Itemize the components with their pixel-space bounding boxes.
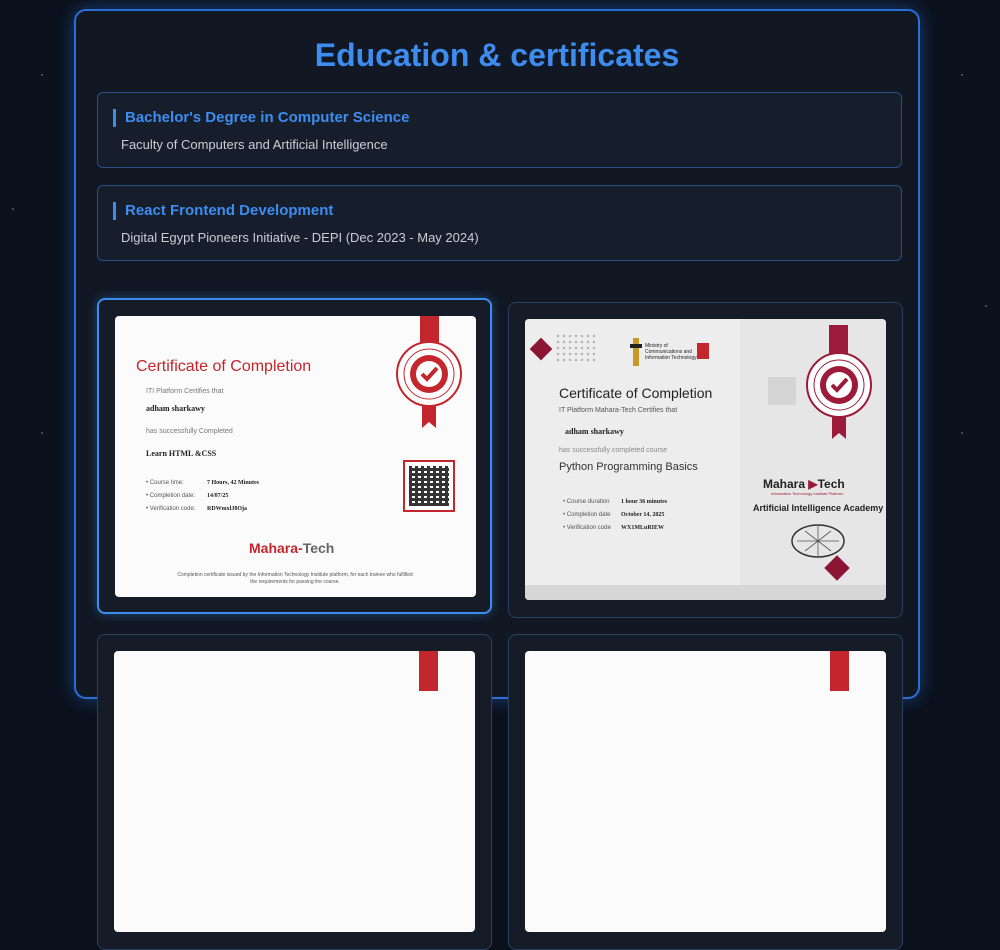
ministry-name: Ministry of Communications and Informati… xyxy=(645,343,697,361)
iti-logo-icon xyxy=(697,343,709,359)
detail-value: 7 Hours, 42 Minutes xyxy=(207,480,260,486)
course-name: Learn HTML &CSS xyxy=(146,449,217,458)
detail-row: • Completion date: xyxy=(146,493,196,499)
detail-value: WX1MLuRIEW xyxy=(621,525,665,531)
qr-code-icon xyxy=(403,460,455,512)
course-name: Python Programming Basics xyxy=(559,461,698,473)
mahara-tech-logo: Mahara ▶Tech xyxy=(763,477,845,491)
academy-name: Artificial Intelligence Academy xyxy=(753,503,884,513)
background-dot xyxy=(12,208,14,210)
certificate-card[interactable] xyxy=(508,634,903,950)
decor-square xyxy=(768,377,796,405)
detail-value: RDWmxlJ8Oja xyxy=(207,506,247,512)
certificate-card[interactable] xyxy=(97,634,492,950)
recipient-name: adham sharkawy xyxy=(146,404,205,413)
logo-tagline: Information Technology Institute Platfor… xyxy=(771,491,844,496)
education-subtitle: Digital Egypt Pioneers Initiative - DEPI… xyxy=(121,230,479,245)
background-dot xyxy=(961,74,963,76)
detail-value: 1 hour 36 minutes xyxy=(621,499,668,505)
decor-dots xyxy=(555,333,595,363)
award-seal-icon xyxy=(806,352,872,439)
detail-row: • Verification code xyxy=(563,525,611,531)
circuit-brain-icon xyxy=(791,524,845,558)
detail-value: October 14, 2025 xyxy=(621,512,665,518)
education-section: Education & certificates Bachelor's Degr… xyxy=(74,9,920,950)
detail-value: 14/07/25 xyxy=(207,493,229,499)
completed-line: has successfully Completed xyxy=(146,428,233,435)
detail-row: • Course time: xyxy=(146,480,184,486)
education-title: Bachelor's Degree in Computer Science xyxy=(113,109,410,127)
certificate-bottom-band xyxy=(525,585,886,600)
background-dot xyxy=(961,432,963,434)
platform-line: ITI Platform Certifies that xyxy=(146,388,224,395)
detail-row: • Verification code: xyxy=(146,506,196,512)
background-dot xyxy=(41,432,43,434)
certificate-heading: Certificate of Completion xyxy=(136,358,312,375)
education-title: React Frontend Development xyxy=(113,202,333,220)
certificate-card-html-css[interactable]: Certificate of Completion ITI Platform C… xyxy=(97,298,492,614)
detail-row: • Completion date xyxy=(563,512,611,518)
award-seal-icon xyxy=(396,341,462,428)
certificate-image[interactable] xyxy=(114,651,475,932)
background-dot xyxy=(985,305,987,307)
ministry-emblem-icon xyxy=(630,338,642,366)
section-title: Education & certificates xyxy=(314,37,680,73)
platform-line: IT Platform Mahara-Tech Certifies that xyxy=(559,407,678,414)
completed-line: has successfully completed course xyxy=(559,447,668,454)
certificate-image[interactable] xyxy=(525,651,886,932)
education-card-react: React Frontend Development Digital Egypt… xyxy=(97,185,902,261)
certificate-heading: Certificate of Completion xyxy=(559,385,713,401)
education-subtitle: Faculty of Computers and Artificial Inte… xyxy=(121,137,388,152)
education-card-bachelor: Bachelor's Degree in Computer Science Fa… xyxy=(97,92,902,168)
detail-row: • Course duration xyxy=(563,499,610,505)
certificate-image[interactable]: Certificate of Completion ITI Platform C… xyxy=(115,316,476,597)
recipient-name: adham sharkawy xyxy=(565,427,624,436)
certificate-image[interactable]: Ministry of Communications and Informati… xyxy=(525,319,886,600)
certificate-card-python[interactable]: Ministry of Communications and Informati… xyxy=(508,302,903,618)
ribbon xyxy=(419,651,438,691)
background-dot xyxy=(41,74,43,76)
mahara-tech-logo: Mahara-Tech xyxy=(249,540,335,556)
certificate-footer: Completion certificate issued by the Inf… xyxy=(177,572,413,585)
ribbon xyxy=(830,651,849,691)
